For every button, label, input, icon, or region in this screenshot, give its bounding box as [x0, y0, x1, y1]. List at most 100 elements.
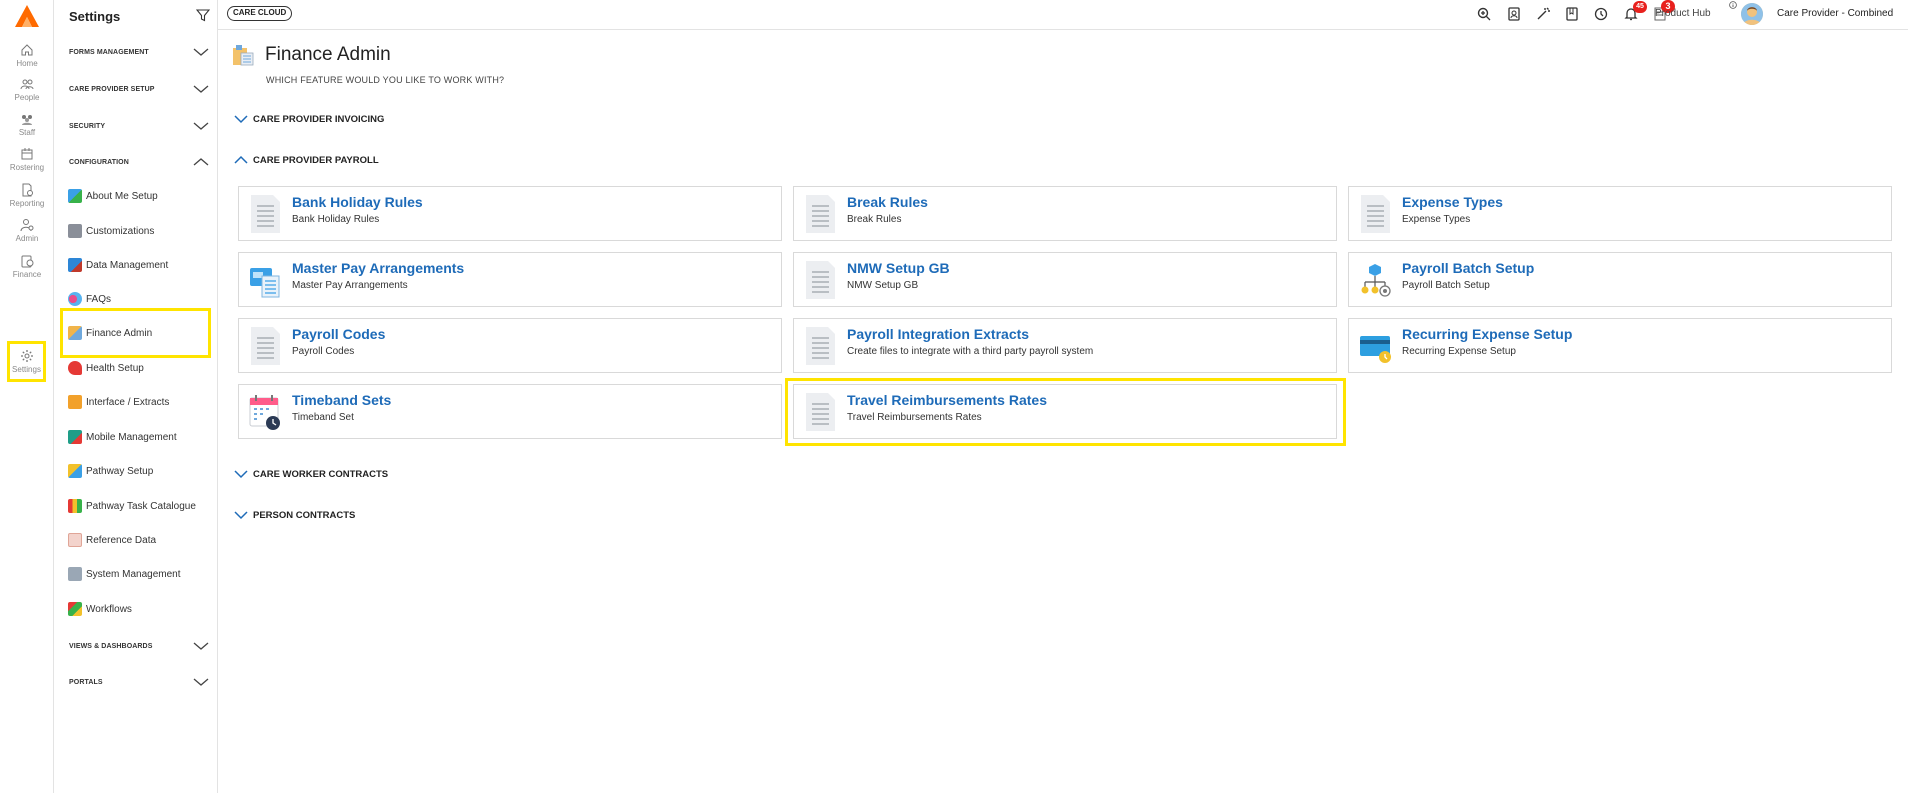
- group-care-provider-payroll[interactable]: CARE PROVIDER PAYROLL: [234, 152, 379, 168]
- sidebar-item-label: Pathway Task Catalogue: [86, 500, 196, 512]
- info-icon[interactable]: [1729, 1, 1737, 9]
- group-label: PERSON CONTRACTS: [253, 509, 356, 521]
- sidebar-item-mobile-management[interactable]: Mobile Management: [68, 427, 213, 447]
- card-payroll-batch-setup[interactable]: Payroll Batch Setup Payroll Batch Setup: [1348, 252, 1892, 307]
- sidebar-item-reference-data[interactable]: Reference Data: [68, 530, 213, 550]
- sidebar-item-customizations[interactable]: Customizations: [68, 221, 213, 241]
- rail-home[interactable]: Home: [0, 36, 54, 74]
- group-care-provider-invoicing[interactable]: CARE PROVIDER INVOICING: [234, 111, 384, 127]
- card-subtitle: Timeband Set: [292, 412, 354, 423]
- card-bank-holiday-rules[interactable]: Bank Holiday Rules Bank Holiday Rules: [238, 186, 782, 241]
- rail-staff[interactable]: Staff: [0, 105, 54, 143]
- sidebar-item-data-management[interactable]: Data Management: [68, 255, 213, 275]
- rail-label: Staff: [18, 127, 36, 137]
- rail-label: People: [14, 92, 40, 102]
- rail-label: Reporting: [9, 198, 45, 208]
- sidebar-item-about-me-setup[interactable]: About Me Setup: [68, 186, 213, 206]
- finance-admin-page-icon: [233, 45, 254, 66]
- page-subtitle: WHICH FEATURE WOULD YOU LIKE TO WORK WIT…: [266, 75, 505, 85]
- section-configuration[interactable]: CONFIGURATION: [69, 152, 209, 172]
- sidebar-item-interface-extracts[interactable]: Interface / Extracts: [68, 392, 213, 412]
- product-hub-link[interactable]: Product Hub: [1655, 8, 1711, 19]
- card-title: NMW Setup GB: [847, 260, 950, 276]
- person-search-icon[interactable]: [1506, 6, 1522, 22]
- section-views-dashboards[interactable]: VIEWS & DASHBOARDS: [69, 636, 209, 656]
- card-title: Expense Types: [1402, 194, 1503, 210]
- card-payroll-codes[interactable]: Payroll Codes Payroll Codes: [238, 318, 782, 373]
- reference-data-icon: [68, 533, 82, 547]
- group-person-contracts[interactable]: PERSON CONTRACTS: [234, 507, 355, 523]
- rail-settings[interactable]: Settings: [7, 341, 46, 382]
- sidebar-item-label: Health Setup: [86, 362, 144, 374]
- calendar-icon: [249, 395, 280, 430]
- card-timeband-sets[interactable]: Timeband Sets Timeband Set: [238, 384, 782, 439]
- section-portals[interactable]: PORTALS: [69, 672, 209, 692]
- sidebar-item-label: Customizations: [86, 225, 155, 237]
- sidebar-item-faqs[interactable]: FAQs: [68, 289, 213, 309]
- chevron-up-icon: [234, 155, 248, 164]
- people-icon: [20, 79, 34, 89]
- sidebar-item-health-setup[interactable]: Health Setup: [68, 358, 213, 378]
- avatar[interactable]: [1741, 3, 1763, 25]
- rail-label: Admin: [15, 233, 39, 243]
- book-icon[interactable]: [1564, 6, 1580, 22]
- rail-finance[interactable]: Finance: [0, 247, 54, 285]
- card-subtitle: Payroll Codes: [292, 346, 355, 357]
- card-subtitle: Break Rules: [847, 214, 902, 225]
- sidebar-item-pathway-task-catalogue[interactable]: Pathway Task Catalogue: [68, 496, 213, 516]
- chevron-down-icon: [193, 642, 209, 650]
- faqs-icon: [68, 292, 82, 306]
- group-care-worker-contracts[interactable]: CARE WORKER CONTRACTS: [234, 466, 388, 482]
- sidebar-item-label: Interface / Extracts: [86, 396, 170, 408]
- card-nmw-setup-gb[interactable]: NMW Setup GB NMW Setup GB: [793, 252, 1337, 307]
- app-rail: Home People Staff Rostering Reporting Ad…: [0, 0, 54, 793]
- chevron-down-icon: [193, 678, 209, 686]
- section-security[interactable]: SECURITY: [69, 116, 209, 136]
- rail-reporting[interactable]: Reporting: [0, 176, 54, 214]
- sidebar-item-workflows[interactable]: Workflows: [68, 599, 213, 619]
- section-label: SECURITY: [69, 122, 106, 130]
- app-logo-icon[interactable]: [14, 4, 40, 28]
- search-icon[interactable]: [1476, 6, 1492, 22]
- group-label: CARE PROVIDER PAYROLL: [253, 154, 379, 166]
- rail-people[interactable]: People: [0, 70, 54, 108]
- workflows-icon: [68, 602, 82, 616]
- document-icon: [806, 327, 835, 365]
- card-expense-types[interactable]: Expense Types Expense Types: [1348, 186, 1892, 241]
- card-subtitle: Create files to integrate with a third p…: [847, 346, 1094, 357]
- group-label: CARE WORKER CONTRACTS: [253, 468, 389, 480]
- card-subtitle: Recurring Expense Setup: [1402, 346, 1516, 357]
- sidebar-item-finance-admin[interactable]: Finance Admin: [60, 308, 211, 358]
- history-icon[interactable]: [1593, 6, 1609, 22]
- page-title: Finance Admin: [265, 44, 391, 65]
- section-forms-management[interactable]: FORMS MANAGEMENT: [69, 42, 209, 62]
- sidebar-item-system-management[interactable]: System Management: [68, 564, 213, 584]
- care-cloud-button[interactable]: CARE CLOUD: [227, 6, 293, 21]
- rail-rostering[interactable]: Rostering: [0, 140, 54, 178]
- customizations-icon: [68, 224, 82, 238]
- magic-wand-icon[interactable]: [1535, 6, 1551, 22]
- card-subtitle: Bank Holiday Rules: [292, 214, 380, 225]
- chevron-down-icon: [234, 511, 248, 520]
- card-title: Master Pay Arrangements: [292, 260, 465, 276]
- home-icon: [21, 43, 33, 55]
- pay-arrangements-icon: [250, 268, 280, 298]
- card-title: Payroll Codes: [292, 326, 386, 342]
- section-care-provider-setup[interactable]: CARE PROVIDER SETUP: [69, 79, 209, 99]
- rail-label: Home: [16, 58, 38, 68]
- document-icon: [251, 195, 280, 233]
- card-master-pay-arrangements[interactable]: Master Pay Arrangements Master Pay Arran…: [238, 252, 782, 307]
- section-label: CONFIGURATION: [69, 158, 129, 166]
- card-title: Payroll Batch Setup: [1402, 260, 1535, 276]
- filter-icon[interactable]: [196, 8, 210, 22]
- batch-setup-icon: [1361, 264, 1391, 297]
- sidebar-item-pathway-setup[interactable]: Pathway Setup: [68, 461, 213, 481]
- card-break-rules[interactable]: Break Rules Break Rules: [793, 186, 1337, 241]
- user-name[interactable]: Care Provider - Combined: [1777, 8, 1893, 19]
- card-title: Payroll Integration Extracts: [847, 326, 1030, 342]
- card-subtitle: NMW Setup GB: [847, 280, 919, 291]
- card-title: Break Rules: [847, 194, 928, 210]
- card-payroll-integration-extracts[interactable]: Payroll Integration Extracts Create file…: [793, 318, 1337, 373]
- rail-admin[interactable]: Admin: [0, 211, 54, 249]
- card-recurring-expense-setup[interactable]: Recurring Expense Setup Recurring Expens…: [1348, 318, 1892, 373]
